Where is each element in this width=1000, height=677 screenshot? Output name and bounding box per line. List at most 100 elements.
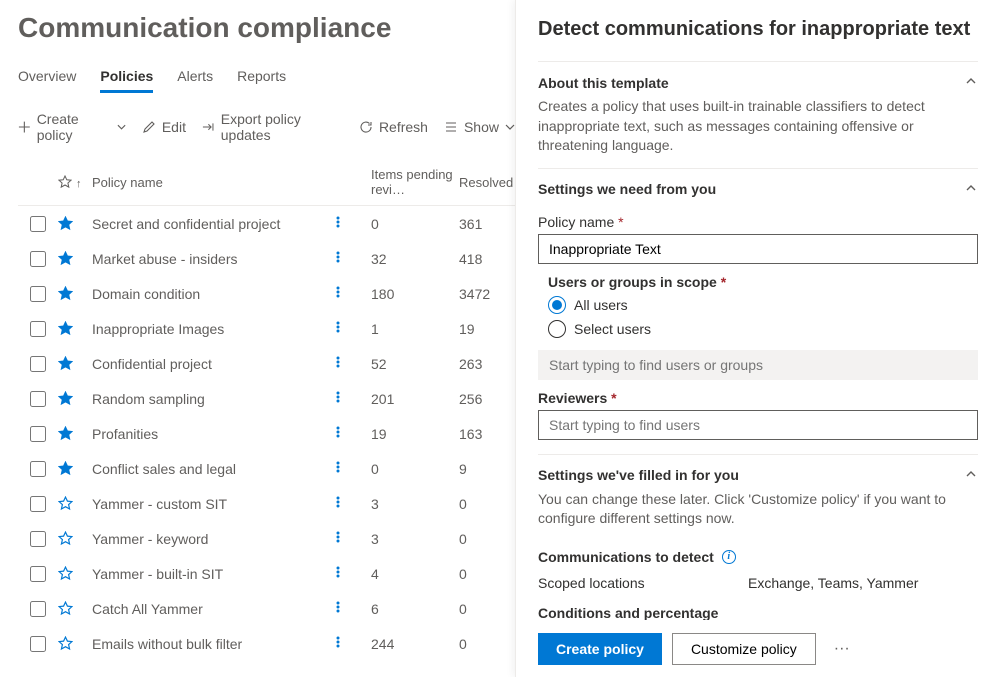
star-toggle[interactable] — [58, 216, 92, 231]
star-toggle[interactable] — [58, 566, 92, 581]
table-row[interactable]: Yammer - keyword30 — [18, 521, 515, 556]
chevron-up-icon — [964, 74, 978, 91]
table-row[interactable]: Yammer - built-in SIT40 — [18, 556, 515, 591]
refresh-button[interactable]: Refresh — [359, 119, 428, 135]
row-checkbox[interactable] — [30, 321, 46, 337]
table-row[interactable]: Confidential project52263 — [18, 346, 515, 381]
info-icon[interactable]: i — [722, 550, 736, 564]
policy-name-input[interactable] — [538, 234, 978, 264]
policy-name-cell: Domain condition — [92, 286, 331, 302]
row-actions-button[interactable] — [331, 320, 371, 337]
pending-cell: 180 — [371, 286, 459, 302]
star-toggle[interactable] — [58, 321, 92, 336]
resolved-cell: 361 — [459, 216, 515, 232]
row-actions-button[interactable] — [331, 355, 371, 372]
row-checkbox[interactable] — [30, 251, 46, 267]
table-row[interactable]: Profanities19163 — [18, 416, 515, 451]
row-actions-button[interactable] — [331, 285, 371, 302]
row-checkbox[interactable] — [30, 356, 46, 372]
pending-cell: 3 — [371, 496, 459, 512]
row-checkbox[interactable] — [30, 601, 46, 617]
star-toggle[interactable] — [58, 531, 92, 546]
tab-policies[interactable]: Policies — [100, 62, 153, 93]
policy-name-cell: Conflict sales and legal — [92, 461, 331, 477]
section-filled-header[interactable]: Settings we've filled in for you — [538, 454, 978, 490]
star-toggle[interactable] — [58, 496, 92, 511]
sort-indicator — [74, 175, 82, 190]
list-icon — [444, 120, 458, 134]
resolved-cell: 0 — [459, 496, 515, 512]
tab-alerts[interactable]: Alerts — [177, 62, 213, 93]
header-policy-name[interactable]: Policy name — [92, 175, 331, 190]
pending-cell: 32 — [371, 251, 459, 267]
customize-policy-button[interactable]: Customize policy — [672, 633, 816, 665]
edit-button[interactable]: Edit — [142, 119, 186, 135]
row-checkbox[interactable] — [30, 391, 46, 407]
header-pending[interactable]: Items pending revi… — [371, 167, 459, 197]
header-resolved[interactable]: Resolved — [459, 175, 515, 190]
pending-cell: 0 — [371, 461, 459, 477]
star-toggle[interactable] — [58, 391, 92, 406]
pending-cell: 1 — [371, 321, 459, 337]
row-checkbox[interactable] — [30, 566, 46, 582]
star-toggle[interactable] — [58, 286, 92, 301]
section-about-header[interactable]: About this template — [538, 61, 978, 97]
row-checkbox[interactable] — [30, 636, 46, 652]
star-toggle[interactable] — [58, 636, 92, 651]
scope-all-users-radio[interactable]: All users — [548, 296, 978, 314]
row-actions-button[interactable] — [331, 215, 371, 232]
resolved-cell: 0 — [459, 601, 515, 617]
scope-users-input — [538, 350, 978, 380]
row-checkbox[interactable] — [30, 426, 46, 442]
policy-name-cell: Catch All Yammer — [92, 601, 331, 617]
resolved-cell: 19 — [459, 321, 515, 337]
row-actions-button[interactable] — [331, 495, 371, 512]
row-checkbox[interactable] — [30, 216, 46, 232]
reviewers-input[interactable] — [538, 410, 978, 440]
more-actions-button[interactable]: ··· — [826, 640, 858, 658]
table-row[interactable]: Secret and confidential project0361 — [18, 206, 515, 241]
section-settings-header[interactable]: Settings we need from you — [538, 168, 978, 204]
section-about-desc: Creates a policy that uses built-in trai… — [538, 97, 978, 156]
policy-name-cell: Yammer - custom SIT — [92, 496, 331, 512]
policy-name-label: Policy name * — [538, 214, 978, 230]
row-actions-button[interactable] — [331, 390, 371, 407]
table-row[interactable]: Emails without bulk filter2440 — [18, 626, 515, 661]
row-actions-button[interactable] — [331, 635, 371, 652]
scope-select-users-radio[interactable]: Select users — [548, 320, 978, 338]
table-row[interactable]: Inappropriate Images 119 — [18, 311, 515, 346]
table-row[interactable]: Conflict sales and legal09 — [18, 451, 515, 486]
star-toggle[interactable] — [58, 601, 92, 616]
policy-name-cell: Inappropriate Images — [92, 321, 331, 337]
star-icon[interactable] — [58, 175, 72, 189]
chevron-down-icon — [505, 122, 515, 132]
row-checkbox[interactable] — [30, 286, 46, 302]
create-policy-submit-button[interactable]: Create policy — [538, 633, 662, 665]
resolved-cell: 0 — [459, 636, 515, 652]
table-row[interactable]: Catch All Yammer60 — [18, 591, 515, 626]
row-actions-button[interactable] — [331, 600, 371, 617]
star-toggle[interactable] — [58, 356, 92, 371]
row-checkbox[interactable] — [30, 531, 46, 547]
panel-title: Detect communications for inappropriate … — [538, 18, 978, 41]
row-actions-button[interactable] — [331, 460, 371, 477]
tab-reports[interactable]: Reports — [237, 62, 286, 93]
export-button[interactable]: Export policy updates — [202, 111, 343, 143]
show-button[interactable]: Show — [444, 119, 515, 135]
row-actions-button[interactable] — [331, 530, 371, 547]
row-actions-button[interactable] — [331, 250, 371, 267]
row-actions-button[interactable] — [331, 425, 371, 442]
row-actions-button[interactable] — [331, 565, 371, 582]
star-toggle[interactable] — [58, 461, 92, 476]
table-row[interactable]: Yammer - custom SIT 30 — [18, 486, 515, 521]
table-row[interactable]: Domain condition1803472 — [18, 276, 515, 311]
tab-overview[interactable]: Overview — [18, 62, 76, 93]
row-checkbox[interactable] — [30, 496, 46, 512]
table-row[interactable]: Market abuse - insiders32418 — [18, 241, 515, 276]
row-checkbox[interactable] — [30, 461, 46, 477]
star-toggle[interactable] — [58, 426, 92, 441]
star-toggle[interactable] — [58, 251, 92, 266]
table-row[interactable]: Random sampling201256 — [18, 381, 515, 416]
radio-selected-icon — [548, 296, 566, 314]
create-policy-button[interactable]: Create policy — [18, 111, 126, 143]
